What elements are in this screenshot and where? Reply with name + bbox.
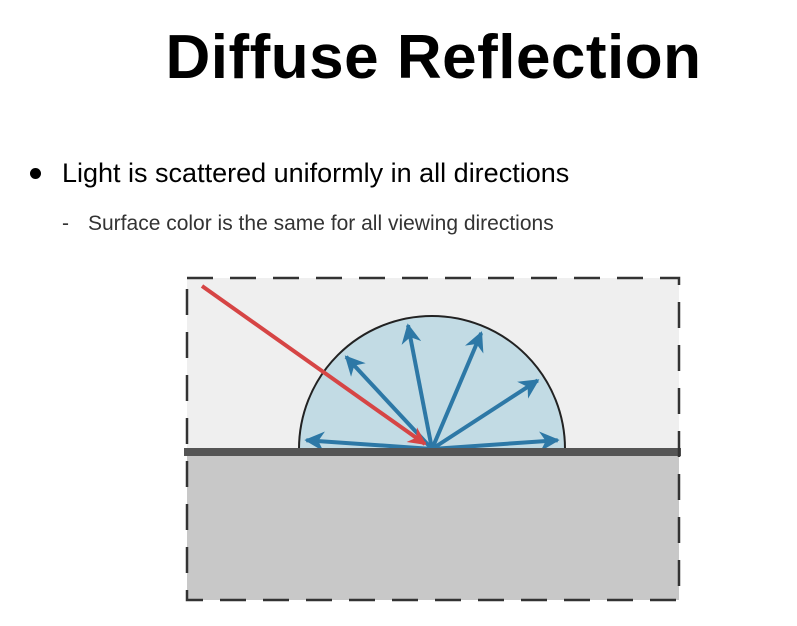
lower-surface-body <box>187 452 679 600</box>
diffuse-reflection-diagram <box>184 276 681 602</box>
